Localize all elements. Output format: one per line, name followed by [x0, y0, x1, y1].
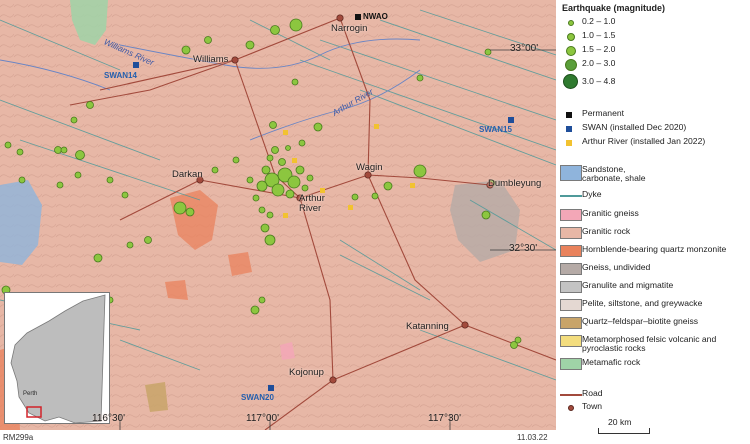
town-arthur-river: Arthur River: [299, 193, 325, 214]
arthur-station-symbol: [566, 140, 572, 146]
legend-station-permanent: Permanent: [560, 108, 750, 122]
gneiss-undivided-swatch: [560, 263, 582, 275]
magnitude-symbol-1: [568, 20, 574, 26]
station-swan14: [133, 62, 139, 68]
legend-dyke: Dyke: [560, 189, 750, 203]
town-dumbleyung: Dumbleyung: [488, 178, 542, 189]
scale-bar: [598, 428, 650, 434]
town-wagin: Wagin: [356, 162, 383, 173]
legend-granitic-gneiss: Granitic gneiss: [560, 208, 750, 222]
permanent-station-symbol: [566, 112, 572, 118]
station-swan15-label: SWAN15: [479, 125, 512, 134]
magnitude-symbol-5: [563, 74, 578, 89]
legend-magnitude-5: 3.0 – 4.8: [560, 74, 750, 90]
town-kojonup: Kojonup: [289, 367, 324, 378]
legend-gneiss-undivided: Gneiss, undivided: [560, 262, 750, 276]
station-nwao-label: NWAO: [363, 12, 388, 21]
pelite-swatch: [560, 299, 582, 311]
dyke-swatch: [560, 195, 582, 197]
station-swan20-label: SWAN20: [241, 393, 274, 402]
station-nwao: [355, 14, 361, 20]
town-williams: Williams: [193, 54, 229, 65]
figure-reference: RM299a: [3, 433, 34, 442]
scale-label: 20 km: [608, 417, 632, 427]
legend-pelite: Pelite, siltstone, and greywacke: [560, 298, 750, 312]
geology-map[interactable]: Perth Narrogin Williams Darkan Arthur Ri…: [0, 0, 556, 430]
map-legend: Earthquake (magnitude) 0.2 – 1.0 1.0 – 1…: [560, 0, 750, 444]
granitic-rock-swatch: [560, 227, 582, 239]
sandstone-swatch: [560, 165, 582, 181]
station-swan14-label: SWAN14: [104, 71, 137, 80]
felsic-volcanic-swatch: [560, 335, 582, 347]
qfb-gneiss-swatch: [560, 317, 582, 329]
magnitude-symbol-3: [566, 46, 576, 56]
legend-town: Town: [560, 401, 750, 415]
coord-lat-32-30: 32°30': [509, 243, 538, 254]
legend-hornblende-monzonite: Hornblende-bearing quartz monzonite: [560, 244, 750, 258]
town-darkan: Darkan: [172, 169, 203, 180]
legend-magnitude-3: 1.5 – 2.0: [560, 44, 750, 58]
legend-sandstone: Sandstone, carbonate, shale: [560, 164, 750, 188]
legend-station-swan: SWAN (installed Dec 2020): [560, 122, 750, 136]
coord-lon-117-00: 117°00': [246, 413, 279, 424]
legend-station-arthur: Arthur River (installed Jan 2022): [560, 136, 750, 150]
coord-lat-33-00: 33°00': [510, 43, 539, 54]
town-katanning: Katanning: [406, 321, 449, 332]
road-swatch: [560, 394, 582, 396]
legend-road: Road: [560, 388, 750, 402]
legend-magnitude-4: 2.0 – 3.0: [560, 58, 750, 72]
inset-perth-label: Perth: [23, 391, 38, 397]
town-symbol: [568, 405, 574, 411]
legend-earthquake-title: Earthquake (magnitude): [562, 3, 666, 13]
monzonite-patch-3: [165, 280, 188, 300]
magnitude-symbol-2: [567, 33, 575, 41]
legend-magnitude-1: 0.2 – 1.0: [560, 16, 750, 30]
hornblende-monzonite-swatch: [560, 245, 582, 257]
town-narrogin: Narrogin: [331, 23, 368, 34]
swan-station-symbol: [566, 126, 572, 132]
inset-map: Perth: [4, 292, 110, 424]
granulite-swatch: [560, 281, 582, 293]
legend-magnitude-2: 1.0 – 1.5: [560, 30, 750, 44]
legend-granitic-rock: Granitic rock: [560, 226, 750, 240]
station-swan15: [508, 117, 514, 123]
legend-metamafic: Metamafic rock: [560, 357, 750, 371]
metamafic-swatch: [560, 358, 582, 370]
coord-lon-116-30: 116°30': [92, 413, 125, 424]
legend-qfb-gneiss: Quartz–feldspar–biotite gneiss: [560, 316, 750, 330]
monzonite-patch-2: [228, 252, 252, 276]
station-swan20: [268, 385, 274, 391]
figure-date: 11.03.22: [517, 433, 548, 442]
legend-felsic-volcanic: Metamorphosed felsic volcanic and pyrocl…: [560, 334, 750, 356]
legend-granulite: Granulite and migmatite: [560, 280, 750, 294]
coord-lon-117-30: 117°30': [428, 413, 461, 424]
magnitude-symbol-4: [565, 59, 577, 71]
granitic-gneiss-swatch: [560, 209, 582, 221]
